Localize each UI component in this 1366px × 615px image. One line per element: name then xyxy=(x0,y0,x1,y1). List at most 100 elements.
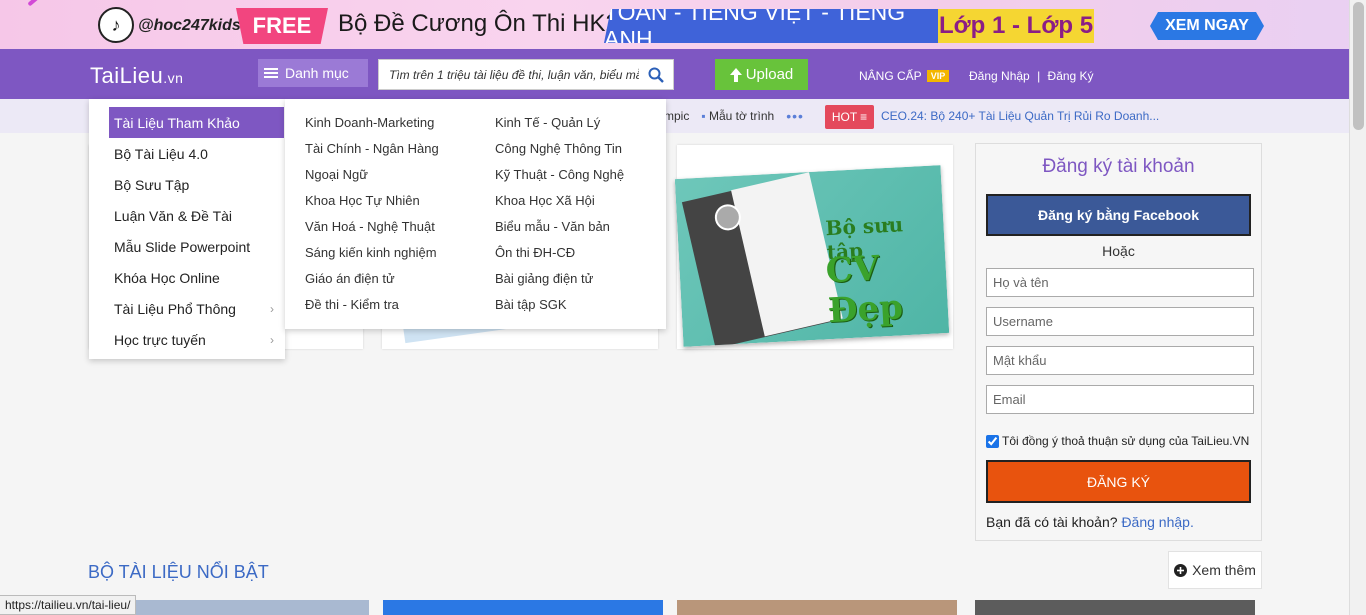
submenu-link[interactable]: Kỹ Thuật - Công Nghệ xyxy=(495,167,624,182)
menu-item-khoa-hoc[interactable]: Khóa Học Online xyxy=(109,262,284,293)
fullname-field[interactable] xyxy=(986,268,1254,297)
submenu-link[interactable]: Ôn thi ĐH-CĐ xyxy=(495,245,575,260)
featured-thumbnail[interactable] xyxy=(975,600,1255,615)
list-icon: ≡ xyxy=(860,110,868,124)
upgrade-label: NÂNG CẤP xyxy=(859,69,922,83)
login-link[interactable]: Đăng Nhập xyxy=(969,69,1030,83)
search-icon[interactable] xyxy=(639,60,673,89)
search-input[interactable] xyxy=(379,60,639,89)
register-panel: Đăng ký tài khoản Đăng ký bằng Facebook … xyxy=(975,143,1262,541)
register-link[interactable]: Đăng Ký xyxy=(1048,69,1094,83)
promo-cta-button[interactable]: XEM NGAY xyxy=(1150,12,1264,40)
upload-arrow-icon xyxy=(729,67,742,82)
logo-text: TaiLieu xyxy=(90,63,164,88)
menu-item-label: Khóa Học Online xyxy=(114,269,220,286)
logo-suffix: .vn xyxy=(163,70,184,86)
tiktok-icon: ♪ xyxy=(98,7,134,43)
promo-title: Bộ Đề Cương Ôn Thi HK2 xyxy=(338,10,619,37)
promo-banner[interactable]: ♪ @hoc247kids FREE Bộ Đề Cương Ôn Thi HK… xyxy=(0,0,1366,49)
category-menu-button[interactable]: Danh mục xyxy=(258,59,368,87)
upload-button[interactable]: Upload xyxy=(715,59,808,90)
vip-badge: VIP xyxy=(926,70,950,82)
submenu-link[interactable]: Công Nghệ Thông Tin xyxy=(495,141,622,156)
upload-label: Upload xyxy=(745,66,794,83)
browser-status-bar: https://tailieu.vn/tai-lieu/ xyxy=(0,595,137,615)
category-submenu: Kinh Doanh-Marketing Tài Chính - Ngân Hà… xyxy=(285,99,666,329)
promo-subjects: TOÁN - TIẾNG VIỆT - TIẾNG ANH xyxy=(604,9,940,43)
submenu-link[interactable]: Khoa Học Tự Nhiên xyxy=(305,193,420,208)
auth-links: Đăng Nhập | Đăng Ký xyxy=(969,69,1094,83)
menu-item-label: Tài Liệu Phổ Thông xyxy=(114,300,236,317)
cv-collection-banner[interactable]: Bộ sưu tập CV Đẹp xyxy=(674,165,950,347)
menu-item-bo-suu-tap[interactable]: Bộ Sưu Tập xyxy=(109,169,284,200)
email-field[interactable] xyxy=(986,385,1254,414)
agree-checkbox[interactable] xyxy=(986,434,999,448)
chevron-right-icon: › xyxy=(270,301,274,316)
decoration-line xyxy=(27,0,61,7)
login-prompt: Bạn đã có tài khoản? Đăng nhập. xyxy=(986,514,1194,530)
hot-news-link[interactable]: CEO.24: Bộ 240+ Tài Liệu Quản Trị Rủi Ro… xyxy=(881,109,1159,123)
menu-item-luan-van[interactable]: Luận Văn & Đề Tài xyxy=(109,200,284,231)
register-submit-button[interactable]: ĐĂNG KÝ xyxy=(986,460,1251,503)
register-title: Đăng ký tài khoản xyxy=(1042,156,1195,177)
hamburger-icon xyxy=(264,68,278,78)
menu-item-slide[interactable]: Mẫu Slide Powerpoint xyxy=(109,231,284,262)
agree-terms: Tôi đồng ý thoả thuận sử dụng của TaiLie… xyxy=(986,434,1249,448)
menu-item-label: Bộ Sưu Tập xyxy=(114,176,190,193)
featured-section-title: BỘ TÀI LIỆU NỔI BẬT xyxy=(88,562,269,582)
submenu-link[interactable]: Ngoại Ngữ xyxy=(305,167,368,182)
submenu-link[interactable]: Kinh Doanh-Marketing xyxy=(305,115,434,130)
banner-line2: CV Đẹp xyxy=(824,248,904,332)
submenu-link[interactable]: Kinh Tế - Quản Lý xyxy=(495,115,600,130)
see-more-button[interactable]: Xem thêm xyxy=(1168,551,1262,589)
submenu-link[interactable]: Đề thi - Kiểm tra xyxy=(305,297,399,312)
category-label: Danh mục xyxy=(285,65,349,81)
menu-item-bo-tai-lieu[interactable]: Bộ Tài Liệu 4.0 xyxy=(109,138,284,169)
submenu-link[interactable]: Giáo án điện tử xyxy=(305,271,395,286)
submenu-link[interactable]: Văn Hoá - Nghệ Thuật xyxy=(305,219,435,234)
submenu-link[interactable]: Biểu mẫu - Văn bản xyxy=(495,219,610,234)
password-field[interactable] xyxy=(986,346,1254,375)
category-dropdown: Tài Liệu Tham Khảo Bộ Tài Liệu 4.0 Bộ Sư… xyxy=(89,99,285,359)
subnav-link-label: Mẫu tờ trình xyxy=(708,109,775,123)
subnav-link[interactable]: mpic xyxy=(664,109,689,123)
promo-handle: @hoc247kids xyxy=(138,17,241,34)
subnav-link[interactable]: ▪ Mẫu tờ trình xyxy=(701,109,774,123)
menu-item-label: Tài Liệu Tham Khảo xyxy=(114,114,240,131)
auth-separator: | xyxy=(1037,69,1041,83)
menu-item-label: Luận Văn & Đề Tài xyxy=(114,207,233,224)
or-divider: Hoặc xyxy=(1102,243,1135,259)
featured-thumbnail[interactable] xyxy=(383,600,663,615)
search-box xyxy=(378,59,674,90)
username-field[interactable] xyxy=(986,307,1254,336)
site-logo[interactable]: TaiLieu.vn xyxy=(90,63,183,89)
menu-item-tai-lieu-tham-khao[interactable]: Tài Liệu Tham Khảo xyxy=(109,107,284,138)
menu-item-pho-thong[interactable]: Tài Liệu Phổ Thông › xyxy=(109,293,284,324)
see-more-label: Xem thêm xyxy=(1192,562,1256,578)
scrollbar-thumb[interactable] xyxy=(1353,2,1364,130)
agree-label: Tôi đồng ý thoả thuận sử dụng của TaiLie… xyxy=(1002,434,1250,448)
have-account-text: Bạn đã có tài khoản? xyxy=(986,514,1118,530)
submenu-link[interactable]: Bài tập SGK xyxy=(495,297,567,312)
featured-thumbnail[interactable] xyxy=(677,600,957,615)
submenu-link[interactable]: Tài Chính - Ngân Hàng xyxy=(305,141,439,156)
hot-badge[interactable]: HOT ≡ xyxy=(825,105,874,129)
promo-grade: Lớp 1 - Lớp 5 xyxy=(938,9,1094,43)
more-dots-icon[interactable]: ••• xyxy=(786,108,804,124)
hot-label: HOT xyxy=(831,110,858,124)
menu-item-label: Bộ Tài Liệu 4.0 xyxy=(114,145,208,162)
login-link[interactable]: Đăng nhập. xyxy=(1121,514,1193,530)
promo-free-badge: FREE xyxy=(236,8,328,44)
chevron-right-icon: › xyxy=(270,332,274,347)
submenu-link[interactable]: Bài giảng điện tử xyxy=(495,271,593,286)
plus-circle-icon xyxy=(1174,563,1188,577)
page-scrollbar[interactable] xyxy=(1349,0,1366,615)
submenu-link[interactable]: Khoa Học Xã Hội xyxy=(495,193,595,208)
upgrade-link[interactable]: NÂNG CẤP VIP xyxy=(859,69,950,83)
menu-item-label: Học trực tuyến xyxy=(114,331,206,348)
menu-item-label: Mẫu Slide Powerpoint xyxy=(114,238,251,255)
submenu-link[interactable]: Sáng kiến kinh nghiệm xyxy=(305,245,437,260)
facebook-register-button[interactable]: Đăng ký bằng Facebook xyxy=(986,194,1251,236)
menu-item-hoc-truc-tuyen[interactable]: Học trực tuyến › xyxy=(109,324,284,355)
site-header: TaiLieu.vn Danh mục Upload NÂNG CẤP VIP … xyxy=(0,49,1349,99)
